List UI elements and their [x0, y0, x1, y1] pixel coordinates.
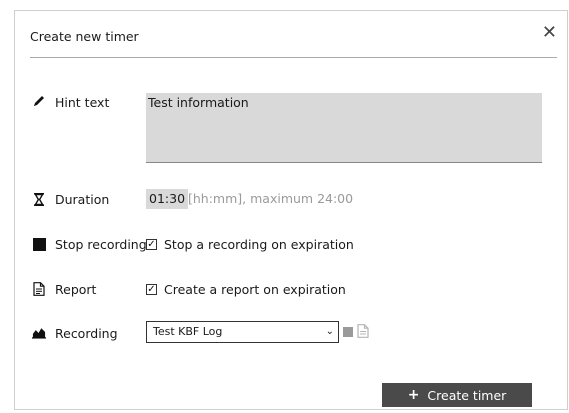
plus-icon: + [407, 387, 420, 403]
duration-label: Duration [55, 192, 110, 207]
stop-square-icon [32, 237, 46, 251]
report-checkbox[interactable]: ✓ [146, 284, 157, 295]
area-chart-icon [32, 325, 46, 339]
recording-stop-icon[interactable] [343, 327, 353, 337]
hint-text-label: Hint text [55, 95, 110, 110]
report-checkbox-label[interactable]: Create a report on expiration [164, 282, 346, 297]
stop-recording-label: Stop recording [55, 237, 147, 252]
report-label: Report [55, 282, 97, 297]
document-icon [32, 282, 46, 296]
chevron-down-icon: ⌄ [325, 326, 334, 337]
create-timer-label: Create timer [427, 387, 507, 403]
hourglass-icon [32, 192, 46, 206]
hint-text-input[interactable]: Test information [146, 93, 542, 163]
stop-recording-checkbox-label[interactable]: Stop a recording on expiration [164, 237, 354, 252]
recording-selected-value: Test KBF Log [153, 325, 223, 338]
dialog-title: Create new timer [30, 29, 139, 44]
recording-select[interactable]: Test KBF Log ⌄ [146, 321, 339, 343]
duration-format-hint: [hh:mm], maximum 24:00 [188, 191, 354, 206]
pencil-icon [32, 94, 46, 108]
header-divider [30, 57, 557, 58]
create-timer-dialog: Create new timer ✕ Hint text Test inform… [14, 10, 568, 410]
create-timer-button[interactable]: + Create timer [382, 383, 532, 407]
close-icon[interactable]: ✕ [542, 24, 557, 42]
duration-input[interactable]: 01:30 [146, 189, 189, 209]
recording-label: Recording [55, 326, 118, 341]
recording-report-icon[interactable] [357, 324, 369, 338]
stop-recording-checkbox[interactable]: ✓ [146, 239, 157, 250]
